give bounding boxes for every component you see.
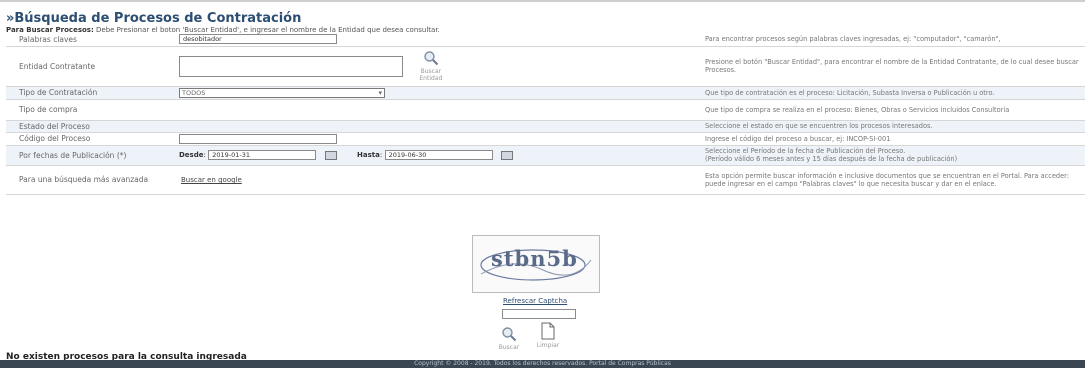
purchase-type-help: Que tipo de compra se realiza en el proc… (705, 99, 1085, 121)
row-advanced-search: Para una búsqueda más avanzada Buscar en… (6, 165, 1085, 195)
purchase-type-label: Tipo de compra (6, 99, 175, 121)
contract-type-select[interactable]: TODOS ▾ (179, 87, 385, 98)
date-to-input[interactable] (384, 150, 493, 160)
keywords-help: Para encontrar procesos según palabras c… (705, 33, 1085, 47)
contract-type-help: Que tipo de contratación es el proceso: … (705, 86, 1085, 100)
magnifier-icon (424, 51, 439, 66)
row-keywords: Palabras claves Para encontrar procesos … (6, 33, 1085, 47)
entity-textarea[interactable] (179, 55, 403, 77)
date-from-input[interactable] (208, 150, 317, 160)
process-code-input[interactable] (179, 133, 337, 144)
document-icon (541, 322, 555, 340)
page-title: »Búsqueda de Procesos de Contratación (6, 11, 302, 26)
search-form-table: Palabras claves Para encontrar procesos … (6, 33, 1085, 195)
process-state-label: Estado del Proceso (6, 120, 175, 133)
row-publication-dates: Por fechas de Publicación (*) Desde: Has… (6, 145, 1085, 166)
captcha-input[interactable] (502, 309, 576, 319)
search-entity-button[interactable]: Buscar Entidad (419, 50, 442, 82)
row-entity: Entidad Contratante Buscar Entidad Presi… (6, 46, 1085, 87)
magnifier-icon (502, 327, 517, 342)
calendar-icon[interactable] (324, 150, 337, 160)
row-process-code: Código del Proceso Ingrese el código del… (6, 132, 1085, 146)
clear-button-label: Limpiar (536, 342, 560, 349)
publication-dates-help-1: Seleccione el Período de la fecha de Pub… (705, 147, 906, 155)
search-button-label: Buscar (498, 344, 520, 351)
to-label: Hasta (357, 151, 380, 159)
row-purchase-type: Tipo de compra Que tipo de compra se rea… (6, 99, 1085, 121)
top-border (0, 0, 1085, 2)
calendar-icon[interactable] (500, 150, 513, 160)
refresh-captcha-link[interactable]: Refrescar Captcha (503, 297, 567, 305)
advanced-search-label: Para una búsqueda más avanzada (6, 165, 175, 195)
search-entity-label-1: Buscar (420, 68, 442, 75)
publication-dates-help-2: (Período válido 6 meses antes y 15 días … (705, 155, 958, 163)
search-button[interactable]: Buscar (497, 326, 521, 351)
row-process-state: Estado del Proceso Seleccione el estado … (6, 120, 1085, 133)
process-code-help: Ingrese el código del proceso a buscar, … (705, 132, 1085, 146)
keywords-input[interactable] (179, 34, 337, 45)
chevron-down-icon: ▾ (378, 88, 382, 97)
entity-label: Entidad Contratante (6, 46, 175, 87)
search-entity-label-2: Entidad (419, 75, 443, 82)
contract-type-value: TODOS (182, 88, 206, 97)
keywords-label: Palabras claves (6, 33, 175, 47)
copyright-text: Copyright © 2008 - 2019. Todos los derec… (414, 360, 671, 367)
from-label: Desde (179, 151, 204, 159)
entity-help: Presione el botón "Buscar Entidad", para… (705, 46, 1085, 87)
process-state-help: Seleccione el estado en que se encuentre… (705, 120, 1085, 133)
captcha-text: stbn5b (491, 246, 578, 271)
row-contract-type: Tipo de Contratación TODOS ▾ Que tipo de … (6, 86, 1085, 100)
captcha-image: stbn5b (472, 235, 600, 293)
publication-dates-label: Por fechas de Publicación (*) (6, 145, 175, 166)
google-search-link[interactable]: Buscar en google (181, 176, 242, 184)
clear-button[interactable]: Limpiar (534, 322, 562, 349)
contract-type-label: Tipo de Contratación (6, 86, 175, 100)
advanced-search-help: Esta opción permite buscar información e… (705, 165, 1085, 195)
process-code-label: Código del Proceso (6, 132, 175, 146)
